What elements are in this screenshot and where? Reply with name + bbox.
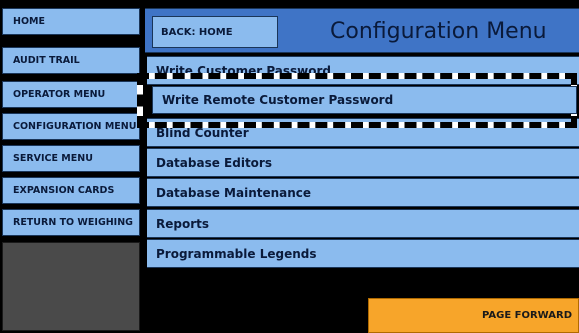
- menu-item-database-editors[interactable]: Database Editors: [147, 148, 579, 177]
- menu-item-label: Programmable Legends: [156, 246, 317, 261]
- nav-expansion-cards-label: EXPANSION CARDS: [13, 185, 115, 196]
- nav-return-to-weighing-button[interactable]: RETURN TO WEIGHING: [2, 209, 140, 236]
- menu-item-programmable-legends[interactable]: Programmable Legends: [147, 239, 579, 268]
- back-home-label: BACK: HOME: [161, 26, 233, 38]
- menu-item-label: Write Remote Customer Password: [162, 93, 394, 107]
- nav-service-menu-button[interactable]: SERVICE MENU: [2, 145, 140, 172]
- nav-operator-menu-label: OPERATOR MENU: [13, 89, 106, 100]
- menu-item-label: Database Editors: [156, 155, 272, 170]
- back-home-button[interactable]: BACK: HOME: [152, 16, 278, 48]
- nav-service-menu-label: SERVICE MENU: [13, 153, 93, 164]
- menu-item-label: Database Maintenance: [156, 185, 312, 200]
- menu-item-reports[interactable]: Reports: [147, 209, 579, 238]
- menu-item-database-maintenance[interactable]: Database Maintenance: [147, 178, 579, 207]
- page-forward-button[interactable]: PAGE FORWARD: [368, 298, 579, 333]
- nav-home-label: HOME: [13, 16, 45, 27]
- nav-audit-trail-label: AUDIT TRAIL: [13, 55, 80, 66]
- nav-configuration-menu-label: CONFIGURATION MENU: [13, 121, 137, 132]
- nav-configuration-menu-button[interactable]: CONFIGURATION MENU: [2, 113, 140, 140]
- nav-operator-menu-button[interactable]: OPERATOR MENU: [2, 81, 140, 108]
- nav-return-to-weighing-label: RETURN TO WEIGHING: [13, 217, 133, 228]
- nav-home-button[interactable]: HOME: [2, 8, 140, 35]
- menu-item-write-remote-customer-password[interactable]: Write Remote Customer Password: [152, 86, 577, 114]
- menu-item-label: Reports: [156, 216, 210, 231]
- nav-expansion-cards-button[interactable]: EXPANSION CARDS: [2, 177, 140, 204]
- page-forward-label: PAGE FORWARD: [481, 310, 572, 321]
- nav-empty-panel: [2, 242, 140, 331]
- nav-audit-trail-button[interactable]: AUDIT TRAIL: [2, 47, 140, 74]
- page-title: Configuration Menu: [330, 19, 547, 44]
